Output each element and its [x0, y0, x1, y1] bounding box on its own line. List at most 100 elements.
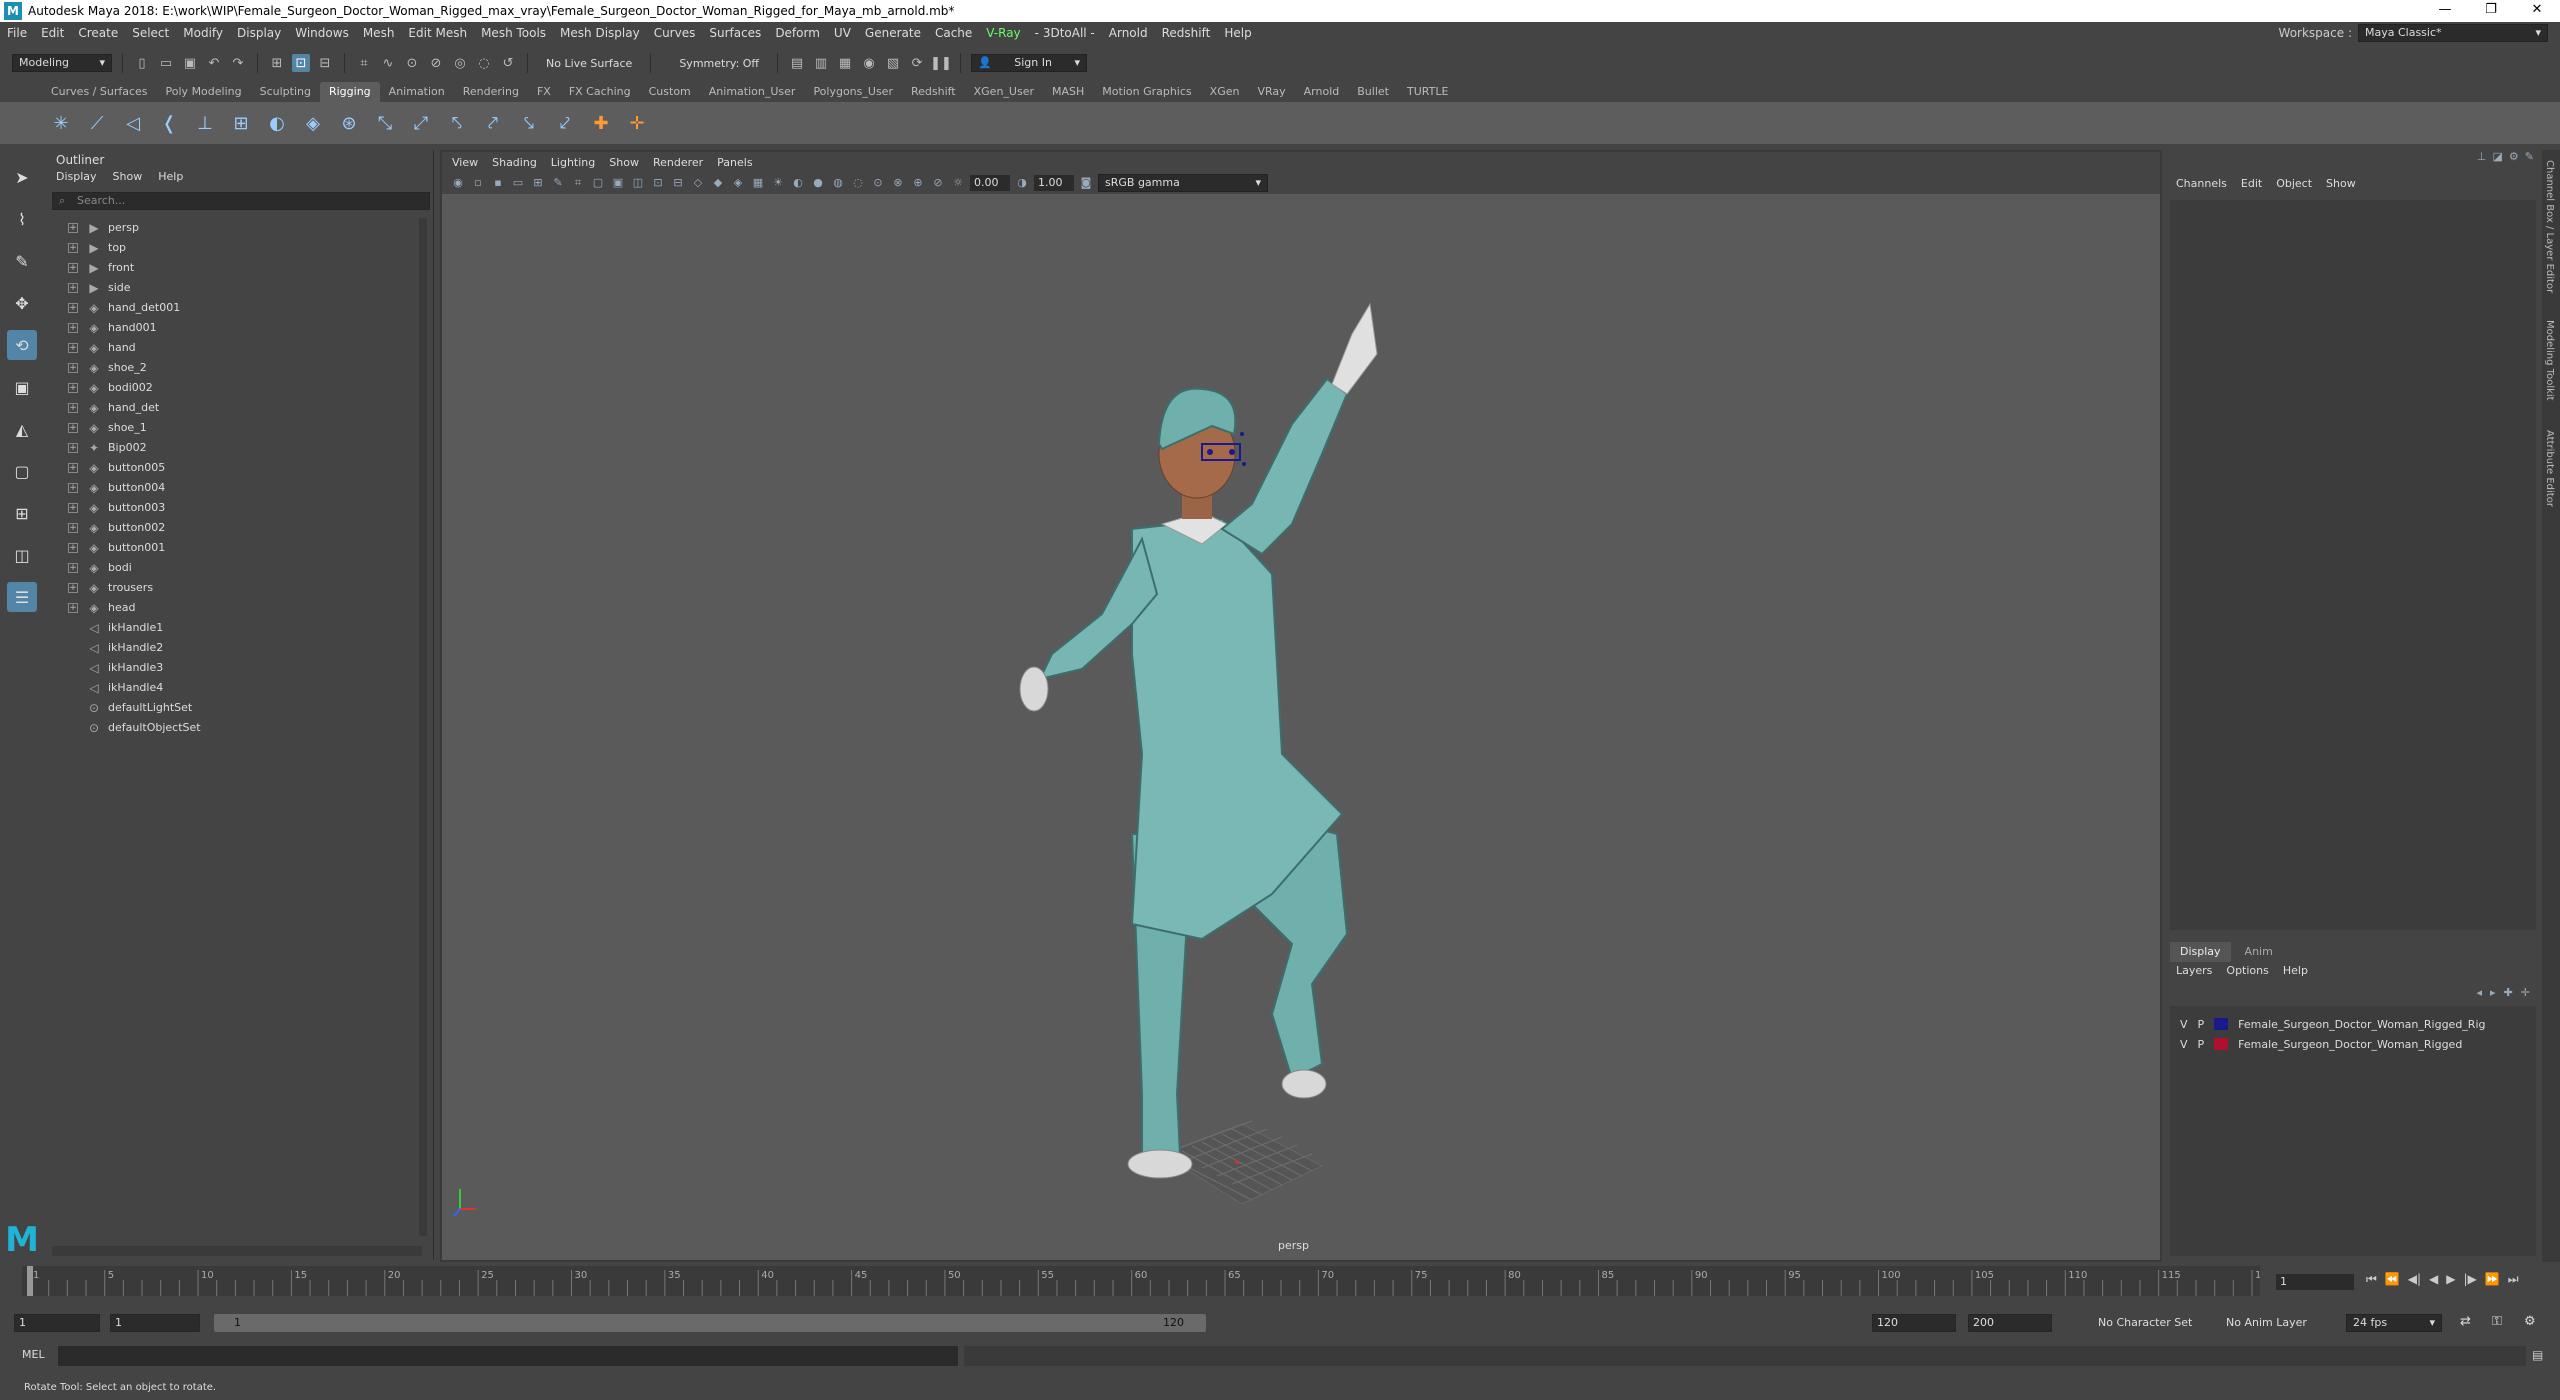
- snap-grid-icon[interactable]: ⌗: [355, 54, 373, 72]
- backface-culling-icon[interactable]: ⊘: [930, 175, 946, 191]
- snap-live-icon[interactable]: ◌: [475, 54, 493, 72]
- go-to-start-icon[interactable]: ⏮: [2366, 1272, 2377, 1287]
- locator-icon[interactable]: ⊥: [192, 110, 218, 136]
- viewport-menu-view[interactable]: View: [452, 156, 478, 169]
- outliner-menu-display[interactable]: Display: [56, 170, 97, 188]
- shelf-tab-rendering[interactable]: Rendering: [454, 82, 528, 102]
- outliner-vertical-scrollbar[interactable]: [419, 218, 427, 1236]
- current-frame-field[interactable]: 1: [2276, 1274, 2354, 1290]
- shelf-tab-motion-graphics[interactable]: Motion Graphics: [1093, 82, 1200, 102]
- menu-uv[interactable]: UV: [827, 26, 858, 40]
- gamma-field[interactable]: 1.00: [1034, 175, 1074, 191]
- viewport-menu-panels[interactable]: Panels: [717, 156, 752, 169]
- save-scene-icon[interactable]: ▣: [181, 54, 199, 72]
- expand-icon[interactable]: +: [68, 423, 78, 433]
- cluster-icon[interactable]: ⊛: [336, 110, 362, 136]
- outliner-item[interactable]: ◁ ikHandle2: [48, 638, 418, 658]
- resolution-gate-icon[interactable]: ▣: [610, 175, 626, 191]
- layer-visibility-toggle[interactable]: V: [2180, 1038, 2188, 1051]
- outliner-item[interactable]: + ◈ hand: [48, 338, 418, 358]
- menu-edit[interactable]: Edit: [34, 26, 71, 40]
- animation-start-field[interactable]: 1: [14, 1314, 100, 1332]
- safe-action-icon[interactable]: ⊟: [670, 175, 686, 191]
- expand-icon[interactable]: +: [68, 403, 78, 413]
- shelf-tab-polygons-user[interactable]: Polygons_User: [804, 82, 902, 102]
- create-joints-icon[interactable]: ✳: [48, 110, 74, 136]
- viewport-menu-show[interactable]: Show: [609, 156, 639, 169]
- menu-select[interactable]: Select: [125, 26, 176, 40]
- menu-3dtoall[interactable]: - 3DtoAll -: [1028, 26, 1102, 40]
- outliner-search-input[interactable]: ⌕ Search...: [52, 192, 430, 210]
- channel-box-menu-edit[interactable]: Edit: [2241, 177, 2262, 190]
- viewport-menu-renderer[interactable]: Renderer: [653, 156, 703, 169]
- step-forward-frame-icon[interactable]: |▶: [2464, 1272, 2477, 1287]
- point-constraint-icon[interactable]: ⤡: [372, 110, 398, 136]
- close-button[interactable]: ✕: [2514, 0, 2560, 22]
- outliner-item[interactable]: + ◈ button005: [48, 458, 418, 478]
- expand-icon[interactable]: +: [68, 263, 78, 273]
- lasso-tool-icon[interactable]: ⌇: [7, 204, 37, 234]
- menu-create[interactable]: Create: [71, 26, 125, 40]
- outliner-item[interactable]: + ◈ head: [48, 598, 418, 618]
- snap-curve-icon[interactable]: ∿: [379, 54, 397, 72]
- lights-icon[interactable]: ☀: [770, 175, 786, 191]
- expand-icon[interactable]: +: [68, 383, 78, 393]
- bind-skin-icon[interactable]: ⊞: [228, 110, 254, 136]
- menu-surfaces[interactable]: Surfaces: [702, 26, 768, 40]
- anim-layer-dropdown[interactable]: No Anim Layer: [2226, 1316, 2307, 1329]
- attribute-editor-toggle-icon[interactable]: ◪: [2493, 150, 2503, 168]
- gate-mask-icon[interactable]: ◫: [630, 175, 646, 191]
- select-component-icon[interactable]: ⊟: [316, 54, 334, 72]
- outliner-item[interactable]: + ◈ shoe_1: [48, 418, 418, 438]
- wireframe-icon[interactable]: ◇: [690, 175, 706, 191]
- orient-constraint-icon[interactable]: ⤣: [444, 110, 470, 136]
- playback-start-field[interactable]: 1: [110, 1314, 200, 1332]
- 2d-pan-icon[interactable]: ⊞: [530, 175, 546, 191]
- camera-attributes-icon[interactable]: ▫: [470, 175, 486, 191]
- outliner-item[interactable]: + ◈ shoe_2: [48, 358, 418, 378]
- expand-icon[interactable]: +: [68, 543, 78, 553]
- outliner-item[interactable]: + ▶ persp: [48, 218, 418, 238]
- four-view-layout-icon[interactable]: ⊞: [7, 498, 37, 528]
- exposure-field[interactable]: 0.00: [970, 175, 1010, 191]
- render-view-icon[interactable]: ▤: [788, 54, 806, 72]
- outliner-item[interactable]: + ◈ hand_det: [48, 398, 418, 418]
- command-language-label[interactable]: MEL: [22, 1348, 45, 1361]
- current-time-marker[interactable]: [27, 1266, 33, 1296]
- layer-tab-anim[interactable]: Anim: [2235, 942, 2283, 962]
- go-to-end-icon[interactable]: ⏭: [2508, 1272, 2519, 1287]
- new-layer-icon[interactable]: ✚: [2504, 986, 2513, 999]
- display-layer-row[interactable]: V P Female_Surgeon_Doctor_Woman_Rigged: [2170, 1034, 2536, 1054]
- step-forward-key-icon[interactable]: ⏩: [2485, 1272, 2500, 1287]
- expand-icon[interactable]: +: [68, 443, 78, 453]
- layer-tab-display[interactable]: Display: [2170, 942, 2231, 962]
- side-tab-attribute-editor[interactable]: Attribute Editor: [2544, 430, 2555, 507]
- outliner-item[interactable]: + ◈ hand_det001: [48, 298, 418, 318]
- select-hierarchy-icon[interactable]: ⊞: [268, 54, 286, 72]
- textured-icon[interactable]: ▦: [750, 175, 766, 191]
- outliner-item[interactable]: + ◈ button003: [48, 498, 418, 518]
- snap-view-icon[interactable]: ⊘: [427, 54, 445, 72]
- symmetry-dropdown[interactable]: Symmetry: Off: [661, 57, 767, 70]
- perspective-viewport[interactable]: View Shading Lighting Show Renderer Pane…: [440, 150, 2162, 1262]
- outliner-layout-icon[interactable]: ☰: [7, 582, 37, 612]
- vray-render-icon[interactable]: ⟳: [908, 54, 926, 72]
- outliner-item[interactable]: + ◈ bodi002: [48, 378, 418, 398]
- expand-icon[interactable]: +: [68, 243, 78, 253]
- outliner-item[interactable]: ◁ ikHandle4: [48, 678, 418, 698]
- menu-vray[interactable]: V-Ray: [979, 26, 1027, 40]
- command-input[interactable]: [58, 1346, 958, 1366]
- preferences-icon[interactable]: ⚙: [2524, 1314, 2536, 1329]
- shelf-tab-vray[interactable]: VRay: [1248, 82, 1294, 102]
- channel-box-toggle-icon[interactable]: ⊥: [2477, 150, 2487, 168]
- shelf-tab-bullet[interactable]: Bullet: [1348, 82, 1398, 102]
- channel-box-menu-channels[interactable]: Channels: [2176, 177, 2227, 190]
- menu-mesh[interactable]: Mesh: [356, 26, 402, 40]
- layer-name[interactable]: Female_Surgeon_Doctor_Woman_Rigged: [2238, 1038, 2462, 1051]
- layer-playback-toggle[interactable]: P: [2198, 1038, 2205, 1051]
- shelf-tab-animation-user[interactable]: Animation_User: [700, 82, 805, 102]
- menu-mesh-tools[interactable]: Mesh Tools: [474, 26, 553, 40]
- paint-select-icon[interactable]: ✎: [7, 246, 37, 276]
- shelf-tab-curves-surfaces[interactable]: Curves / Surfaces: [42, 82, 157, 102]
- menu-mesh-display[interactable]: Mesh Display: [553, 26, 647, 40]
